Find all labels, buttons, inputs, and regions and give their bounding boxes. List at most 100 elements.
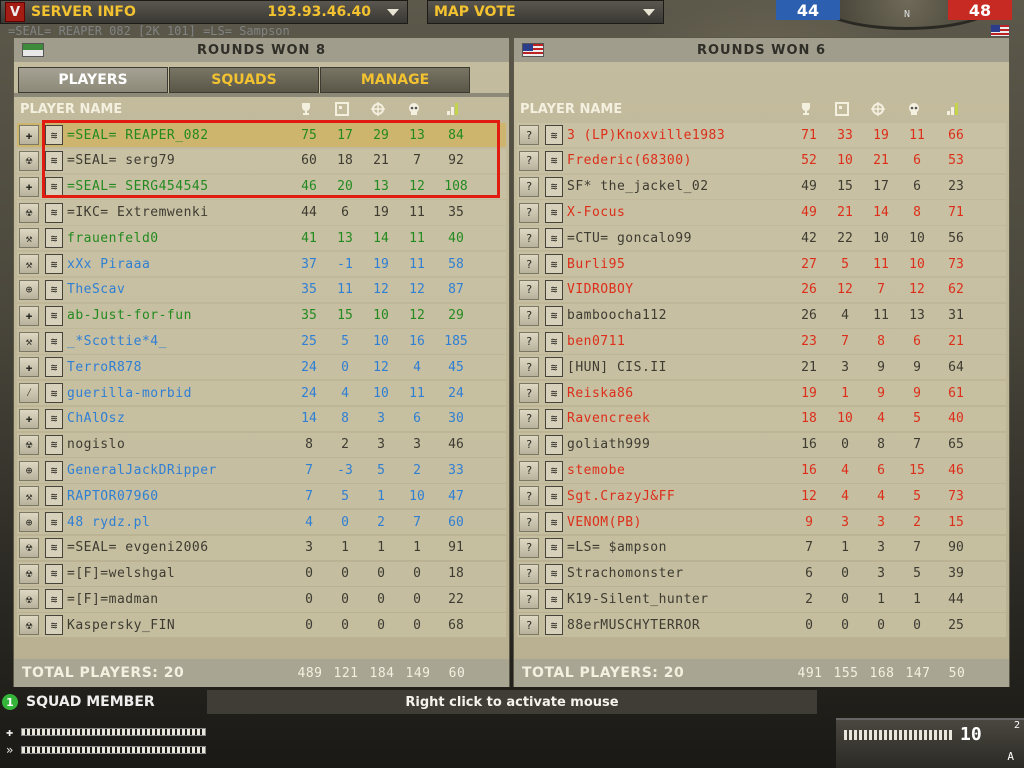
rank-insignia-icon: ≋ bbox=[45, 563, 63, 584]
player-name: GeneralJackDRipper bbox=[67, 463, 217, 478]
table-row[interactable]: ? ≋ X-Focus 49 21 14 8 71 bbox=[517, 200, 1006, 225]
table-row[interactable]: ? ≋ VIDROBOY 26 12 7 12 62 bbox=[517, 277, 1006, 303]
table-row[interactable]: ✚ ≋ TerroR878 24 0 12 4 45 bbox=[17, 355, 506, 380]
table-row[interactable]: ⚒ ≋ frauenfeld0 41 13 14 11 40 bbox=[17, 226, 506, 251]
rank-insignia-icon: ≋ bbox=[45, 615, 63, 636]
kills-icon[interactable] bbox=[360, 101, 396, 117]
table-row[interactable]: ✚ ≋ ab-Just-for-fun 35 15 10 12 29 bbox=[17, 303, 506, 328]
tab-players[interactable]: PLAYERS bbox=[18, 67, 168, 93]
table-row[interactable]: ? ≋ goliath999 16 0 8 7 65 bbox=[517, 432, 1006, 457]
trophy-icon[interactable] bbox=[288, 101, 324, 117]
rank-insignia-icon: ≋ bbox=[545, 512, 563, 533]
map-vote-dropdown[interactable]: MAP VOTE bbox=[427, 0, 664, 24]
stat-score: 19 bbox=[801, 385, 817, 401]
rank-insignia-icon: ≋ bbox=[45, 486, 63, 507]
table-row[interactable]: ? ≋ Burli95 27 5 11 10 73 bbox=[517, 251, 1006, 277]
table-row[interactable]: ? ≋ ben0711 23 7 8 6 21 bbox=[517, 329, 1006, 354]
stat-score: 21 bbox=[801, 359, 817, 375]
total-deaths: 147 bbox=[905, 665, 931, 681]
table-row[interactable]: ⊕ ≋ TheScav 35 11 12 12 87 bbox=[17, 277, 506, 303]
table-row[interactable]: ? ≋ 88erMUSCHYTERROR 0 0 0 0 25 bbox=[517, 613, 1006, 638]
player-name-header[interactable]: PLAYER NAME bbox=[520, 102, 788, 117]
player-name: =CTU= goncalo99 bbox=[567, 230, 692, 246]
table-row[interactable]: ? ≋ SF* the_jackel_02 49 15 17 6 23 bbox=[517, 174, 1006, 199]
table-row[interactable]: ? ≋ =CTU= goncalo99 42 22 10 10 56 bbox=[517, 226, 1006, 251]
stat-score: 41 bbox=[301, 230, 317, 246]
table-row[interactable]: ☢ ≋ nogislo 8 2 3 3 46 bbox=[17, 432, 506, 457]
medic-kit-icon: ✚ bbox=[19, 357, 39, 378]
table-row[interactable]: ⚒ ≋ xXx Piraaa 37 -1 19 11 58 bbox=[17, 251, 506, 277]
unknown-kit-icon: ? bbox=[519, 537, 539, 558]
table-row[interactable]: ☢ ≋ =SEAL= evgeni2006 3 1 1 1 91 bbox=[17, 535, 506, 561]
unknown-kit-icon: ? bbox=[519, 150, 539, 171]
stat-ping: 35 bbox=[448, 205, 464, 221]
table-row[interactable]: ☢ ≋ =[F]=madman 0 0 0 0 22 bbox=[17, 587, 506, 612]
table-row[interactable]: ⚒ ≋ RAPTOR07960 7 5 1 10 47 bbox=[17, 484, 506, 509]
table-row[interactable]: ⚒ ≋ _*Scottie*4_ 25 5 10 16 185 bbox=[17, 329, 506, 354]
teamwork-icon[interactable] bbox=[824, 101, 860, 117]
table-row[interactable]: ⊕ ≋ 48 rydz.pl 4 0 2 7 60 bbox=[17, 509, 506, 535]
table-row[interactable]: ? ≋ K19-Silent_hunter 2 0 1 1 44 bbox=[517, 587, 1006, 612]
stat-kills: 8 bbox=[877, 334, 885, 350]
table-row[interactable]: ? ≋ Ravencreek 18 10 4 5 40 bbox=[517, 406, 1006, 432]
table-row[interactable]: ? ≋ [HUN] CIS.II 21 3 9 9 64 bbox=[517, 355, 1006, 380]
stat-teamwork: 2 bbox=[341, 437, 349, 453]
stat-ping: 60 bbox=[448, 514, 464, 530]
squad-member-indicator: 1 SQUAD MEMBER bbox=[2, 694, 155, 710]
stat-score: 7 bbox=[305, 488, 313, 504]
table-row[interactable]: ? ≋ 3 (LP)Knoxville1983 71 33 19 11 66 bbox=[517, 123, 1006, 148]
squad-number-icon: 1 bbox=[2, 694, 18, 710]
tab-squads[interactable]: SQUADS bbox=[169, 67, 319, 93]
table-row[interactable]: ? ≋ Strachomonster 6 0 3 5 39 bbox=[517, 561, 1006, 586]
stat-deaths: 0 bbox=[413, 617, 421, 633]
sniper-kit-icon: ⊕ bbox=[19, 460, 39, 481]
rank-insignia-icon: ≋ bbox=[45, 202, 63, 223]
table-row[interactable]: ☢ ≋ Kaspersky_FIN 0 0 0 0 68 bbox=[17, 613, 506, 638]
table-row[interactable]: ? ≋ bamboocha112 26 4 11 13 31 bbox=[517, 303, 1006, 328]
table-row[interactable]: ? ≋ stemobe 16 4 6 15 46 bbox=[517, 458, 1006, 483]
table-row[interactable]: ? ≋ Frederic(68300) 52 10 21 6 53 bbox=[517, 148, 1006, 174]
total-deaths: 149 bbox=[405, 665, 431, 681]
stat-deaths: 1 bbox=[413, 540, 421, 556]
stat-score: 49 bbox=[801, 205, 817, 221]
trophy-icon[interactable] bbox=[788, 101, 824, 117]
total-teamwork: 121 bbox=[333, 665, 359, 681]
stat-ping: 22 bbox=[448, 591, 464, 607]
table-row[interactable]: ☢ ≋ =IKC= Extremwenki 44 6 19 11 35 bbox=[17, 200, 506, 225]
ping-icon[interactable] bbox=[932, 101, 974, 117]
table-row[interactable]: ⁄ ≋ guerilla-morbid 24 4 10 11 24 bbox=[17, 380, 506, 406]
rank-insignia-icon: ≋ bbox=[545, 279, 563, 300]
player-name-header[interactable]: PLAYER NAME bbox=[20, 102, 288, 117]
unknown-kit-icon: ? bbox=[519, 460, 539, 481]
deaths-icon[interactable] bbox=[396, 101, 432, 117]
stat-teamwork: 0 bbox=[841, 566, 849, 582]
table-row[interactable]: ✚ ≋ ChAlOsz 14 8 3 6 30 bbox=[17, 406, 506, 432]
stat-kills: 21 bbox=[873, 153, 889, 169]
stat-teamwork: 1 bbox=[841, 385, 849, 401]
table-row[interactable]: ⊕ ≋ GeneralJackDRipper 7 -3 5 2 33 bbox=[17, 458, 506, 483]
player-name: _*Scottie*4_ bbox=[67, 334, 167, 350]
ping-icon[interactable] bbox=[432, 101, 474, 117]
table-row[interactable]: ? ≋ VENOM(PB) 9 3 3 2 15 bbox=[517, 509, 1006, 535]
stat-teamwork: 0 bbox=[341, 617, 349, 633]
table-row[interactable]: ☢ ≋ =[F]=welshgal 0 0 0 0 18 bbox=[17, 561, 506, 586]
table-row[interactable]: ? ≋ Sgt.CrazyJ&FF 12 4 4 5 73 bbox=[517, 484, 1006, 509]
stat-ping: 40 bbox=[448, 230, 464, 246]
table-row[interactable]: ? ≋ Reiska86 19 1 9 9 61 bbox=[517, 380, 1006, 406]
stat-teamwork: 21 bbox=[837, 205, 853, 221]
deaths-icon[interactable] bbox=[896, 101, 932, 117]
player-name: RAPTOR07960 bbox=[67, 488, 159, 504]
ammo-mags: 2 bbox=[1013, 720, 1020, 731]
stat-deaths: 0 bbox=[413, 591, 421, 607]
kills-icon[interactable] bbox=[860, 101, 896, 117]
stat-score: 0 bbox=[305, 617, 313, 633]
tab-manage[interactable]: MANAGE bbox=[320, 67, 470, 93]
rank-insignia-icon: ≋ bbox=[545, 357, 563, 378]
stat-ping: 46 bbox=[948, 463, 964, 478]
stat-deaths: 12 bbox=[409, 308, 425, 324]
server-ip: 193.93.46.40 bbox=[267, 4, 371, 20]
server-info-dropdown[interactable]: V SERVER INFO 193.93.46.40 bbox=[0, 0, 408, 24]
table-row[interactable]: ? ≋ =LS= $ampson 7 1 3 7 90 bbox=[517, 535, 1006, 561]
stat-score: 37 bbox=[301, 256, 317, 272]
teamwork-icon[interactable] bbox=[324, 101, 360, 117]
